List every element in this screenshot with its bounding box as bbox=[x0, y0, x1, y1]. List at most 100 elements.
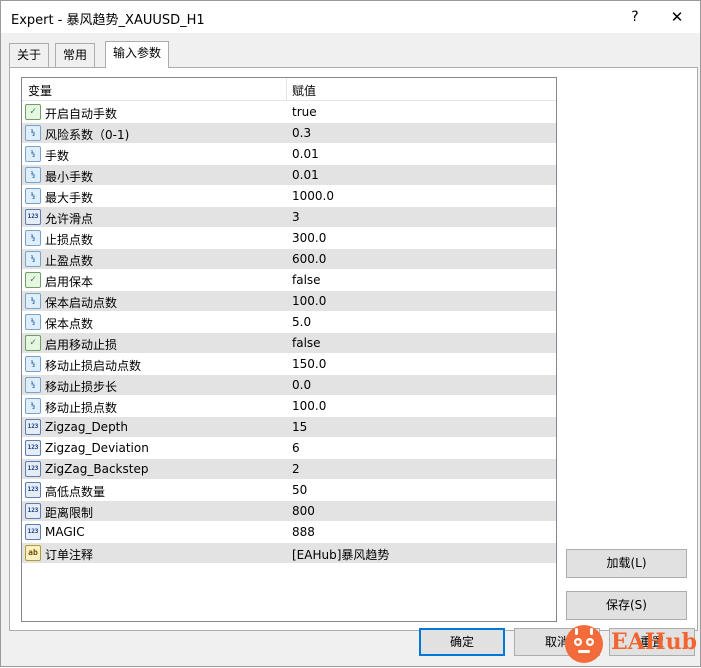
parameter-name: 高低点数量 bbox=[45, 485, 106, 499]
robot-logo-icon bbox=[565, 625, 603, 663]
parameter-name: MAGIC bbox=[45, 525, 85, 539]
parameter-value[interactable]: 300.0 bbox=[292, 231, 326, 245]
double-icon: ½ bbox=[25, 251, 41, 267]
parameter-value[interactable]: 0.3 bbox=[292, 126, 311, 140]
parameter-row[interactable]: 123 距离限制 800 bbox=[22, 501, 556, 522]
ok-button[interactable]: 确定 bbox=[419, 628, 505, 656]
window-title: Expert - 暴风趋势_XAUUSD_H1 bbox=[11, 13, 205, 28]
double-icon: ½ bbox=[25, 167, 41, 183]
double-icon: ½ bbox=[25, 230, 41, 246]
int-icon: 123 bbox=[25, 482, 41, 498]
parameter-row[interactable]: ✓ 启用移动止损 false bbox=[22, 333, 556, 354]
parameter-name: Zigzag_Depth bbox=[45, 420, 128, 434]
int-icon: 123 bbox=[25, 209, 41, 225]
close-button[interactable]: ✕ bbox=[665, 6, 689, 28]
parameter-name: 启用保本 bbox=[45, 275, 94, 289]
parameter-row[interactable]: ½ 保本启动点数 100.0 bbox=[22, 291, 556, 312]
parameter-name: 距离限制 bbox=[45, 506, 94, 520]
double-icon: ½ bbox=[25, 356, 41, 372]
double-icon: ½ bbox=[25, 125, 41, 141]
double-icon: ½ bbox=[25, 314, 41, 330]
parameter-value[interactable]: true bbox=[292, 105, 317, 119]
parameter-row[interactable]: ½ 止盈点数 600.0 bbox=[22, 249, 556, 270]
parameter-name: 最小手数 bbox=[45, 170, 94, 184]
parameter-row[interactable]: ½ 移动止损步长 0.0 bbox=[22, 375, 556, 396]
parameter-value[interactable]: 6 bbox=[292, 441, 300, 455]
parameter-row[interactable]: 123 Zigzag_Depth 15 bbox=[22, 417, 556, 438]
parameter-row[interactable]: ab 订单注释 [EAHub]暴风趋势 bbox=[22, 543, 556, 564]
tab-about[interactable]: 关于 bbox=[9, 43, 50, 67]
parameter-row[interactable]: 123 Zigzag_Deviation 6 bbox=[22, 438, 556, 459]
column-header-value[interactable]: 赋值 bbox=[292, 82, 316, 99]
parameter-row[interactable]: ½ 移动止损启动点数 150.0 bbox=[22, 354, 556, 375]
load-button[interactable]: 加载(L) bbox=[566, 549, 687, 578]
parameter-value[interactable]: 150.0 bbox=[292, 357, 326, 371]
parameter-row[interactable]: 123 MAGIC 888 bbox=[22, 522, 556, 543]
parameter-row[interactable]: ½ 最小手数 0.01 bbox=[22, 165, 556, 186]
parameter-row[interactable]: 123 ZigZag_Backstep 2 bbox=[22, 459, 556, 480]
parameter-name: Zigzag_Deviation bbox=[45, 441, 149, 455]
grid-header: 变量 赋值 bbox=[22, 78, 556, 101]
tab-common[interactable]: 常用 bbox=[55, 43, 96, 67]
parameter-name: 启用移动止损 bbox=[45, 338, 118, 352]
parameter-value[interactable]: 0.0 bbox=[292, 378, 311, 392]
int-icon: 123 bbox=[25, 503, 41, 519]
bool-icon: ✓ bbox=[25, 104, 41, 120]
parameter-value[interactable]: 888 bbox=[292, 525, 315, 539]
int-icon: 123 bbox=[25, 524, 41, 540]
title-bar: Expert - 暴风趋势_XAUUSD_H1 ? ✕ bbox=[1, 1, 700, 33]
parameter-name: 允许滑点 bbox=[45, 212, 94, 226]
parameter-row[interactable]: ½ 风险系数（0-1) 0.3 bbox=[22, 123, 556, 144]
parameter-name: ZigZag_Backstep bbox=[45, 462, 149, 476]
parameter-value[interactable]: 600.0 bbox=[292, 252, 326, 266]
column-header-variable[interactable]: 变量 bbox=[28, 82, 52, 99]
parameter-name: 移动止损步长 bbox=[45, 380, 118, 394]
bool-icon: ✓ bbox=[25, 272, 41, 288]
parameter-value[interactable]: 3 bbox=[292, 210, 300, 224]
parameter-row[interactable]: ½ 保本点数 5.0 bbox=[22, 312, 556, 333]
parameter-row[interactable]: ✓ 启用保本 false bbox=[22, 270, 556, 291]
parameter-value[interactable]: 50 bbox=[292, 483, 307, 497]
parameter-name: 保本点数 bbox=[45, 317, 94, 331]
watermark-text: EAHub bbox=[611, 629, 698, 655]
parameters-grid[interactable]: 变量 赋值 ✓ 开启自动手数 true ½ 风险系数（0-1) 0.3 ½ 手数 0.01 ½ 最小… bbox=[21, 77, 557, 622]
parameter-value[interactable]: 5.0 bbox=[292, 315, 311, 329]
parameter-name: 移动止损点数 bbox=[45, 401, 118, 415]
parameter-name: 移动止损启动点数 bbox=[45, 359, 142, 373]
parameter-row[interactable]: ½ 止损点数 300.0 bbox=[22, 228, 556, 249]
parameter-row[interactable]: 123 允许滑点 3 bbox=[22, 207, 556, 228]
parameter-value[interactable]: 1000.0 bbox=[292, 189, 334, 203]
save-button[interactable]: 保存(S) bbox=[566, 591, 687, 620]
expert-dialog: Expert - 暴风趋势_XAUUSD_H1 ? ✕ 关于 常用 输入参数 变… bbox=[0, 0, 701, 667]
double-icon: ½ bbox=[25, 398, 41, 414]
parameter-name: 订单注释 bbox=[45, 548, 94, 562]
parameter-row[interactable]: ½ 最大手数 1000.0 bbox=[22, 186, 556, 207]
int-icon: 123 bbox=[25, 461, 41, 477]
parameter-value[interactable]: [EAHub]暴风趋势 bbox=[292, 546, 389, 563]
parameter-value[interactable]: 100.0 bbox=[292, 294, 326, 308]
parameter-name: 手数 bbox=[45, 149, 70, 163]
parameter-value[interactable]: 100.0 bbox=[292, 399, 326, 413]
double-icon: ½ bbox=[25, 377, 41, 393]
double-icon: ½ bbox=[25, 188, 41, 204]
double-icon: ½ bbox=[25, 293, 41, 309]
column-divider[interactable] bbox=[286, 78, 287, 101]
eahub-watermark: EAHub bbox=[561, 623, 701, 668]
help-button[interactable]: ? bbox=[623, 6, 647, 28]
parameter-value[interactable]: 2 bbox=[292, 462, 300, 476]
parameter-row[interactable]: 123 高低点数量 50 bbox=[22, 480, 556, 501]
double-icon: ½ bbox=[25, 146, 41, 162]
parameter-row[interactable]: ½ 手数 0.01 bbox=[22, 144, 556, 165]
parameter-value[interactable]: false bbox=[292, 273, 321, 287]
parameter-value[interactable]: 0.01 bbox=[292, 147, 319, 161]
parameter-value[interactable]: 800 bbox=[292, 504, 315, 518]
parameter-name: 开启自动手数 bbox=[45, 107, 118, 121]
parameter-value[interactable]: 15 bbox=[292, 420, 307, 434]
parameter-value[interactable]: 0.01 bbox=[292, 168, 319, 182]
tab-inputs[interactable]: 输入参数 bbox=[105, 41, 170, 68]
parameter-value[interactable]: false bbox=[292, 336, 321, 350]
parameter-row[interactable]: ✓ 开启自动手数 true bbox=[22, 102, 556, 123]
parameter-name: 止损点数 bbox=[45, 233, 94, 247]
int-icon: 123 bbox=[25, 440, 41, 456]
parameter-row[interactable]: ½ 移动止损点数 100.0 bbox=[22, 396, 556, 417]
